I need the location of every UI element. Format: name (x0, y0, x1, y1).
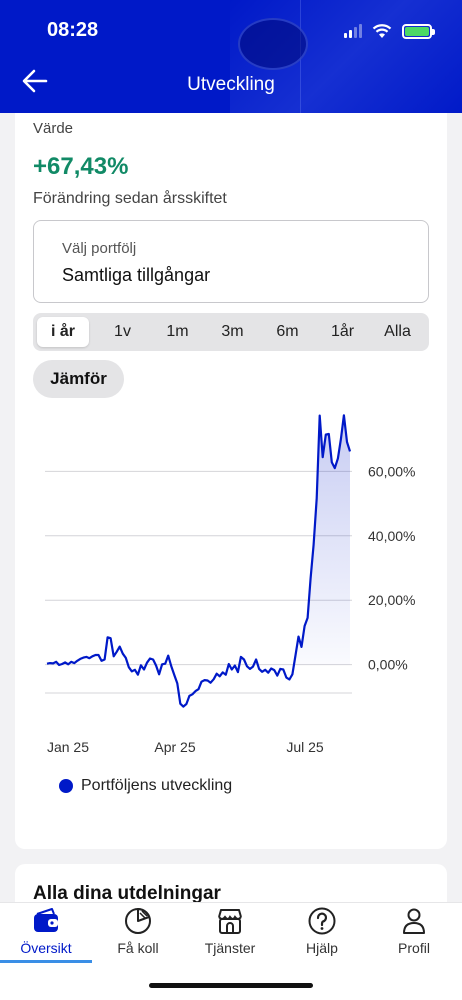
pie-chart-icon (125, 908, 151, 934)
y-tick-label: 0,00% (368, 657, 408, 673)
cellular-signal-icon (344, 24, 362, 38)
tab-tjanster[interactable]: Tjänster (184, 903, 276, 963)
period-option-1v[interactable]: 1v (95, 317, 150, 347)
status-time: 08:28 (47, 19, 99, 41)
header-decoration (300, 0, 410, 113)
period-option-alla[interactable]: Alla (370, 317, 425, 347)
page-title: Utveckling (187, 74, 275, 95)
y-tick-label: 40,00% (368, 528, 415, 544)
tab-hjalp[interactable]: Hjälp (276, 903, 368, 963)
development-card: Värde +67,43% Förändring sedan årsskifte… (15, 113, 447, 849)
help-icon (308, 907, 336, 935)
portfolio-select[interactable]: Välj portfölj Samtliga tillgångar (33, 220, 429, 303)
battery-icon (402, 23, 435, 39)
compare-button[interactable]: Jämför (33, 360, 124, 398)
y-tick-label: 20,00% (368, 592, 415, 608)
profile-icon (403, 908, 425, 934)
tab-profil[interactable]: Profil (368, 903, 460, 963)
status-icons (344, 20, 435, 42)
header-decoration (238, 18, 308, 70)
legend-label: Portföljens utveckling (81, 777, 233, 794)
wallet-icon (34, 908, 58, 932)
active-tab-indicator (0, 960, 92, 963)
app-header: 08:28 Utveckling (0, 0, 462, 113)
period-option-3m[interactable]: 3m (205, 317, 260, 347)
dividends-title: Alla dina utdelningar (33, 883, 221, 904)
tab-label: Tjänster (204, 940, 256, 956)
x-tick-label: Jul 25 (286, 739, 324, 755)
shop-icon (218, 909, 242, 934)
y-tick-label: 60,00% (368, 463, 415, 479)
tab-oversikt[interactable]: Översikt (0, 903, 92, 963)
performance-chart: 60,00% 40,00% 20,00% 0,00% Jan 25 Apr 25 Jul … (45, 414, 415, 755)
home-indicator (149, 983, 313, 988)
tab-label: Hjälp (306, 940, 338, 956)
x-tick-label: Jan 25 (47, 739, 89, 755)
portfolio-select-value: Samtliga tillgångar (62, 265, 211, 285)
portfolio-select-label: Välj portfölj (62, 240, 137, 257)
value-change: +67,43% (33, 153, 129, 180)
tab-label: Profil (398, 940, 430, 956)
wifi-icon (372, 23, 392, 38)
period-option-6m[interactable]: 6m (260, 317, 315, 347)
period-option-1m[interactable]: 1m (150, 317, 205, 347)
legend-marker (59, 779, 73, 793)
chart-legend: Portföljens utveckling (59, 777, 232, 795)
tab-label: Översikt (20, 940, 72, 956)
tab-label: Få koll (117, 940, 159, 956)
value-label: Värde (33, 120, 74, 137)
tab-fa-koll[interactable]: Få koll (92, 903, 184, 963)
value-subtitle: Förändring sedan årsskiftet (33, 190, 227, 207)
x-tick-label: Apr 25 (154, 739, 195, 755)
period-option-i-ar[interactable]: i år (37, 317, 89, 347)
period-selector: i år 1v 1m 3m 6m 1år Alla (33, 313, 429, 351)
dividends-card: Alla dina utdelningar (15, 864, 447, 904)
period-option-1ar[interactable]: 1år (315, 317, 370, 347)
